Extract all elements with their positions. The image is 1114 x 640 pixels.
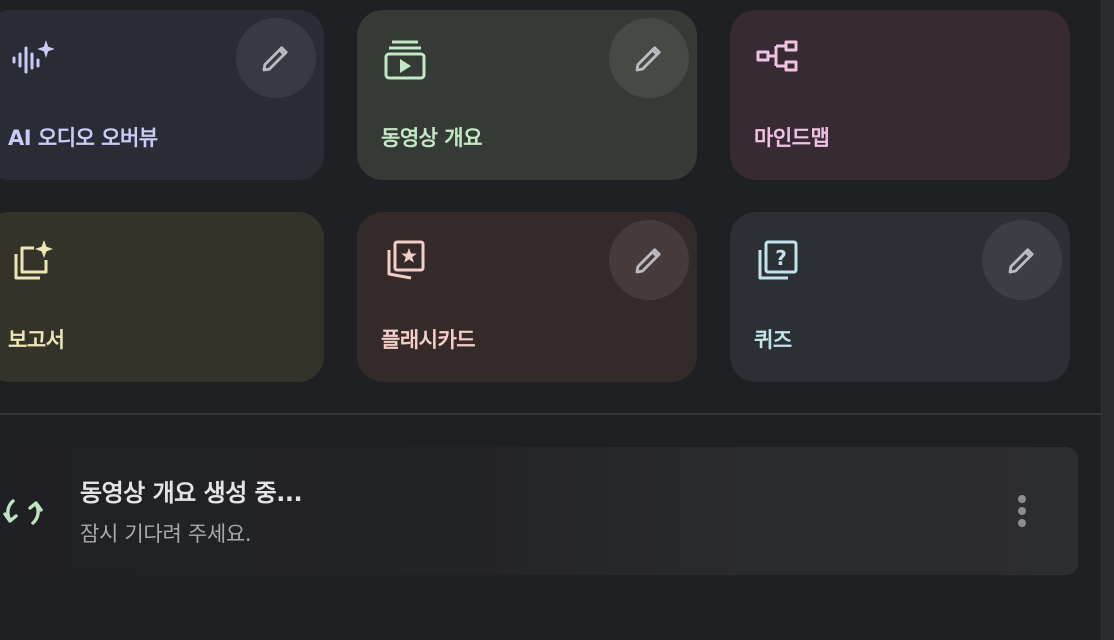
- edit-button[interactable]: [982, 220, 1062, 300]
- pencil-icon: [635, 248, 661, 274]
- mind-map-card[interactable]: 마인드맵: [730, 10, 1070, 180]
- svg-text:?: ?: [775, 246, 787, 270]
- audio-overview-card[interactable]: AI 오디오 오버뷰: [0, 10, 324, 180]
- edit-button[interactable]: [236, 18, 316, 98]
- section-divider: [0, 413, 1101, 415]
- flashcards-icon: [383, 240, 427, 284]
- audio-sparkle-icon: [10, 38, 55, 82]
- report-card[interactable]: 보고서: [0, 212, 324, 382]
- quiz-card[interactable]: ? 퀴즈: [730, 212, 1070, 382]
- pencil-icon: [262, 46, 288, 72]
- more-vert-icon: [1018, 495, 1026, 503]
- mind-map-icon: [756, 38, 800, 82]
- card-label: 보고서: [8, 328, 65, 352]
- edit-button[interactable]: [609, 220, 689, 300]
- card-label: 퀴즈: [754, 328, 792, 352]
- video-overview-icon: [383, 38, 427, 82]
- card-label: 동영상 개요: [381, 126, 482, 150]
- scrollbar-track[interactable]: [1101, 0, 1114, 640]
- report-sparkle-icon: [10, 240, 54, 284]
- quiz-icon: ?: [756, 240, 800, 284]
- video-overview-card[interactable]: 동영상 개요: [357, 10, 697, 180]
- card-label: AI 오디오 오버뷰: [8, 126, 158, 150]
- pencil-icon: [1008, 248, 1034, 274]
- card-label: 마인드맵: [754, 126, 830, 150]
- status-title: 동영상 개요 생성 중...: [80, 479, 303, 507]
- flashcards-card[interactable]: 플래시카드: [357, 212, 697, 382]
- status-subtitle: 잠시 기다려 주세요.: [80, 522, 252, 546]
- pencil-icon: [635, 46, 661, 72]
- card-label: 플래시카드: [381, 328, 476, 352]
- generation-status-card[interactable]: [0, 447, 1078, 575]
- sync-icon: [0, 488, 48, 536]
- more-options-button[interactable]: [998, 487, 1046, 535]
- studio-panel: AI 오디오 오버뷰 동영상 개요 마인드맵 보고서 플래시카드 ? 퀴즈 동영…: [0, 0, 1101, 640]
- edit-button[interactable]: [609, 18, 689, 98]
